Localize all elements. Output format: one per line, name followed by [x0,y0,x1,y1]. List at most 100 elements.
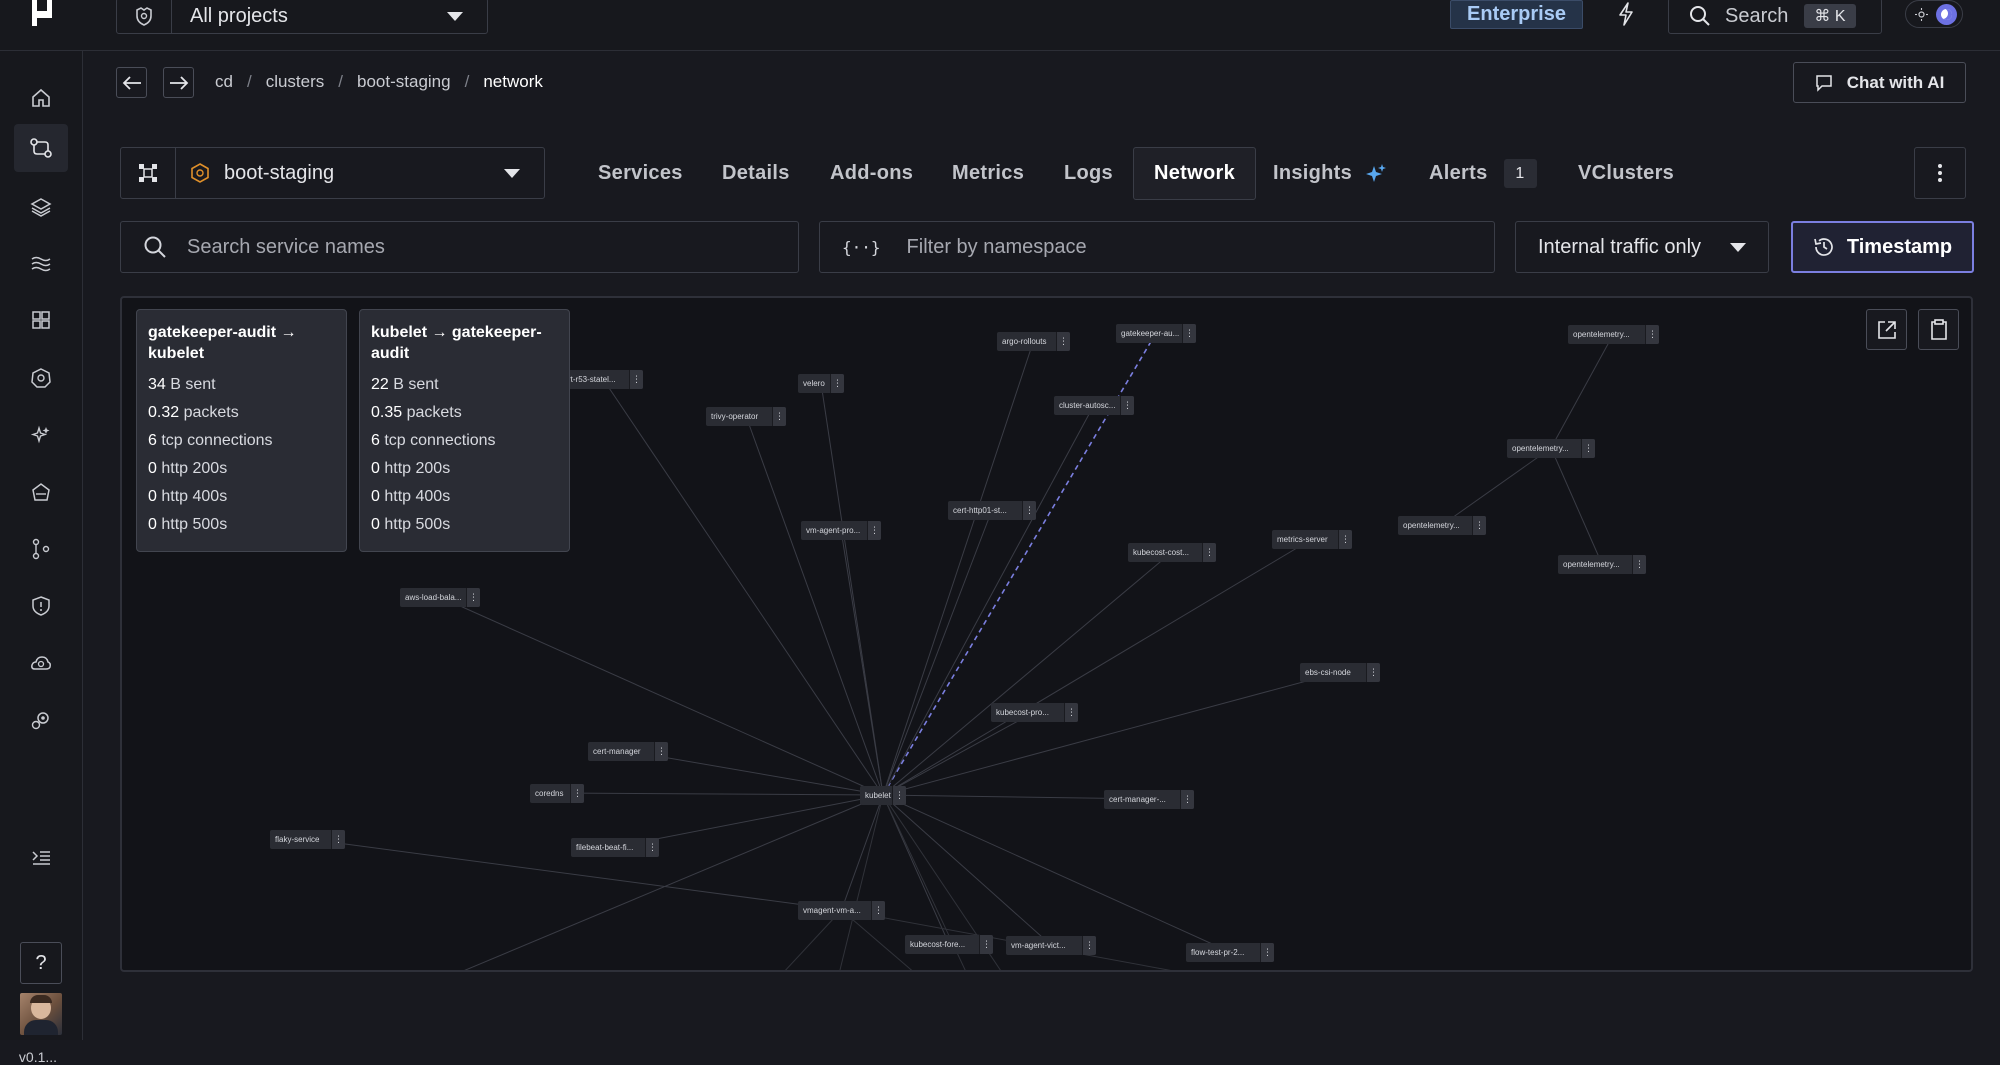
graph-node-flow[interactable]: flow-test-pr-2... ⋮ [1186,943,1274,962]
node-menu-icon[interactable]: ⋮ [979,935,993,954]
node-menu-icon[interactable]: ⋮ [1338,530,1352,549]
graph-edge[interactable] [882,509,993,796]
graph-node-kfore[interactable]: kubecost-fore... ⋮ [905,935,993,954]
breadcrumb-cd[interactable]: cd [215,72,233,92]
graph-node-metrics[interactable]: metrics-server ⋮ [1272,530,1352,549]
graph-edge[interactable] [840,529,884,796]
forward-button[interactable] [163,67,194,98]
namespace-filter-input[interactable]: {··} Filter by namespace [819,221,1495,273]
node-menu-icon[interactable]: ⋮ [892,786,906,805]
copy-button[interactable] [1918,309,1959,350]
settings-icon[interactable] [26,705,56,735]
node-menu-icon[interactable]: ⋮ [830,374,844,393]
tab-logs[interactable]: Logs [1064,147,1113,200]
user-avatar[interactable] [20,993,62,1035]
theme-toggle[interactable] [1905,0,1963,28]
graph-node-vmvict[interactable]: vm-agent-vict... ⋮ [1006,936,1096,955]
tab-insights[interactable]: Insights [1273,147,1388,200]
node-menu-icon[interactable]: ⋮ [772,407,786,426]
graph-edge[interactable] [882,794,950,945]
graph-edge[interactable] [882,404,1095,796]
breadcrumb-clusters[interactable]: clusters [266,72,325,92]
graph-edge[interactable] [425,794,884,972]
git-icon[interactable] [26,534,56,564]
graph-node-otel4[interactable]: opentelemetry... ⋮ [1558,555,1646,574]
network-graph[interactable]: rt-r53-statel... ⋮ velero ⋮ argo-rollouts ⋮ ga… [120,296,1973,972]
node-menu-icon[interactable]: ⋮ [1632,555,1646,574]
graph-node-otel1[interactable]: opentelemetry... ⋮ [1568,325,1659,344]
graph-node-kcost[interactable]: kubecost-cost... ⋮ [1128,543,1216,562]
breadcrumb-cluster[interactable]: boot-staging [357,72,451,92]
node-menu-icon[interactable]: ⋮ [654,742,668,761]
ai-sparkles-icon[interactable] [26,420,56,450]
project-select[interactable]: All projects [116,0,488,34]
traffic-select[interactable]: Internal traffic only [1515,221,1769,273]
graph-edge[interactable] [745,415,884,796]
graph-node-ebs[interactable]: ebs-csi-node ⋮ [1300,663,1380,682]
node-menu-icon[interactable]: ⋮ [629,370,643,389]
timestamp-button[interactable]: Timestamp [1791,221,1974,273]
service-search-input[interactable]: Search service names [120,221,799,273]
graph-node-vmagentpro[interactable]: vm-agent-pro... ⋮ [801,521,881,540]
graph-node-kpro[interactable]: kubecost-pro... ⋮ [991,703,1078,722]
open-external-button[interactable] [1866,309,1907,350]
helm-icon[interactable] [26,477,56,507]
graph-node-certhttp[interactable]: cert-http01-st... ⋮ [948,501,1036,520]
node-menu-icon[interactable]: ⋮ [466,588,480,607]
plural-logo[interactable] [30,0,54,26]
node-menu-icon[interactable]: ⋮ [1472,516,1486,535]
graph-node-argo[interactable]: argo-rollouts ⋮ [997,332,1070,351]
node-menu-icon[interactable]: ⋮ [1182,324,1196,343]
node-menu-icon[interactable]: ⋮ [1120,396,1134,415]
help-button[interactable]: ? [20,942,62,984]
catalog-icon[interactable] [26,305,56,335]
tab-alerts[interactable]: Alerts 1 [1429,147,1537,200]
collapse-sidebar-icon[interactable] [26,843,56,873]
waves-icon[interactable] [26,249,56,279]
graph-node-cas[interactable]: cluster-autosc... ⋮ [1054,396,1134,415]
graph-node-otel2[interactable]: opentelemetry... ⋮ [1507,439,1595,458]
graph-node-filebeat[interactable]: filebeat-beat-fi... ⋮ [571,838,659,857]
home-icon[interactable] [26,83,56,113]
chat-with-ai-button[interactable]: Chat with AI [1793,62,1966,103]
graph-edge[interactable] [882,671,1341,796]
node-menu-icon[interactable]: ⋮ [570,784,584,803]
graph-node-certmgr[interactable]: cert-manager ⋮ [588,742,668,761]
graph-node-velero[interactable]: velero ⋮ [798,374,844,393]
tab-details[interactable]: Details [722,147,790,200]
node-menu-icon[interactable]: ⋮ [1022,501,1036,520]
tab-add-ons[interactable]: Add-ons [830,147,913,200]
node-menu-icon[interactable]: ⋮ [1202,543,1216,562]
graph-node-gk[interactable]: gatekeeper-au... ⋮ [1116,324,1196,343]
cluster-select[interactable]: boot-staging [120,147,545,199]
node-menu-icon[interactable]: ⋮ [1645,325,1659,344]
cd-icon[interactable] [14,124,68,172]
node-menu-icon[interactable]: ⋮ [1581,439,1595,458]
enterprise-badge[interactable]: Enterprise [1450,0,1583,29]
graph-node-aws[interactable]: aws-load-bala... ⋮ [400,588,480,607]
graph-edge[interactable] [841,794,884,911]
stack-icon[interactable] [26,192,56,222]
graph-node-otel3[interactable]: opentelemetry... ⋮ [1398,516,1486,535]
graph-node-kubelet[interactable]: kubelet ⋮ [860,786,906,805]
graph-edge[interactable] [556,792,884,796]
graph-node-vmagentvm[interactable]: vmagent-vm-a... ⋮ [798,901,885,920]
node-menu-icon[interactable]: ⋮ [871,901,885,920]
tab-network[interactable]: Network [1133,147,1257,200]
shield-icon[interactable] [26,591,56,621]
tab-metrics[interactable]: Metrics [952,147,1024,200]
node-menu-icon[interactable]: ⋮ [867,521,881,540]
node-menu-icon[interactable]: ⋮ [645,838,659,857]
graph-node-certmgr2[interactable]: cert-manager-... ⋮ [1104,790,1194,809]
graph-edge[interactable] [882,551,1173,796]
graph-node-coredns[interactable]: coredns ⋮ [530,784,584,803]
graph-edge[interactable] [1550,333,1614,449]
graph-edge[interactable] [882,538,1313,796]
kubernetes-icon[interactable] [26,363,56,393]
graph-edge[interactable] [1441,447,1552,526]
back-button[interactable] [116,67,147,98]
node-menu-icon[interactable]: ⋮ [1056,332,1070,351]
more-options-button[interactable] [1914,147,1966,199]
node-menu-icon[interactable]: ⋮ [1082,936,1096,955]
graph-node-rt53[interactable]: rt-r53-statel... ⋮ [563,370,643,389]
